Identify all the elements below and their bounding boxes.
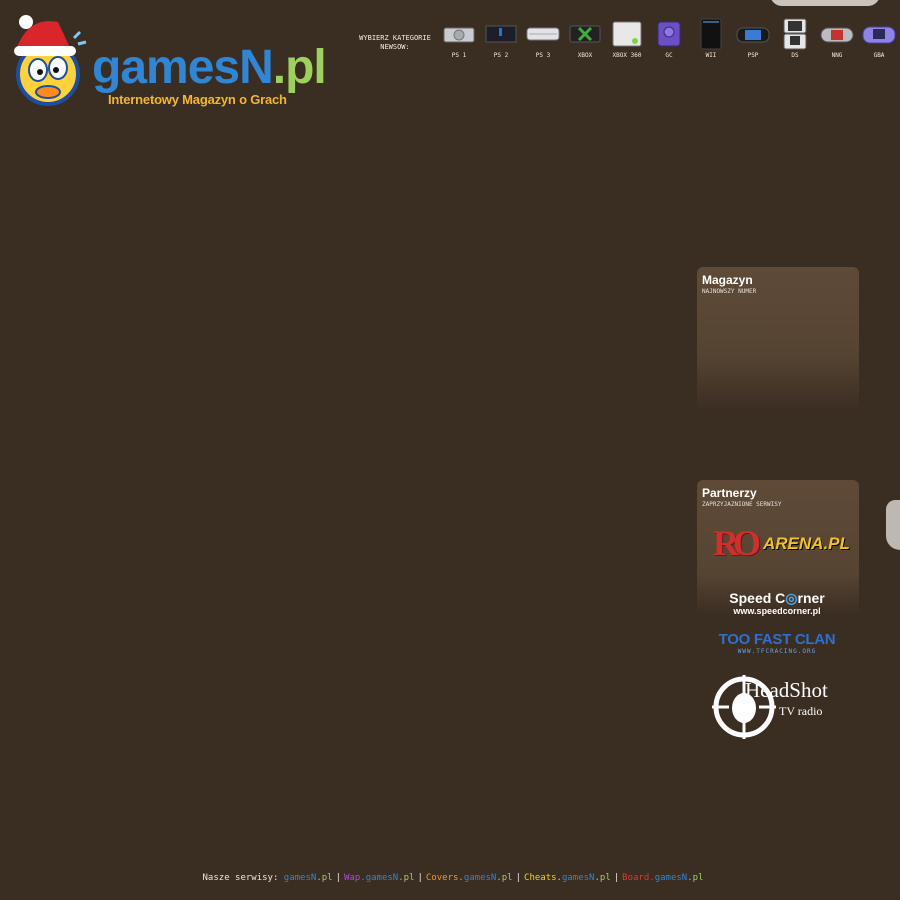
category-label: WYBIERZ KATEGORIE NEWSOW: — [352, 34, 438, 52]
speedcorner-logo-text: Speed C◎rner — [711, 590, 843, 606]
footer-link-board[interactable]: Board.gamesN.pl — [622, 873, 703, 883]
footer-label: Nasze serwisy: — [202, 873, 279, 883]
partner-toofastclan-link[interactable]: TOO FAST CLAN WWW.TFCRACING.ORG — [711, 632, 843, 656]
category-psp[interactable]: PSP — [732, 18, 774, 59]
category-nng-label: NNG — [831, 52, 843, 59]
category-ps2[interactable]: PS 2 — [480, 18, 522, 59]
category-xbox[interactable]: XBOX — [564, 18, 606, 59]
footer-link-site: gamesN — [561, 873, 595, 883]
category-ps3-label: PS 3 — [535, 52, 551, 59]
category-bar: PS 1 PS 2 PS 3 XBOX XBOX 360 GC WII PSP … — [438, 18, 900, 59]
magazyn-subtitle: NAJNOWSZY NUMER — [702, 288, 757, 295]
headshot-title: HeadShot — [745, 678, 828, 702]
category-gba-label: GBA — [873, 52, 885, 59]
toofastclan-title: TOO FAST CLAN — [718, 631, 836, 648]
category-ds-label: DS — [791, 52, 799, 59]
footer-link-gamesn[interactable]: gamesN.pl — [284, 873, 333, 883]
footer-link-tld: .pl — [398, 873, 415, 883]
category-label-line1: WYBIERZ KATEGORIE — [359, 34, 431, 42]
psp-console-icon — [736, 27, 770, 43]
roarena-logo-ro: RO — [713, 523, 761, 563]
category-gc-label: GC — [665, 52, 673, 59]
category-ps2-label: PS 2 — [493, 52, 509, 59]
magazyn-panel: Magazyn NAJNOWSZY NUMER — [697, 267, 859, 412]
gba-console-icon — [862, 26, 896, 44]
footer-services: Nasze serwisy: gamesN.pl | Wap.gamesN.pl | C… — [0, 873, 900, 883]
ps2-console-icon — [485, 25, 517, 43]
footer-link-site: gamesN — [463, 873, 497, 883]
category-wii[interactable]: WII — [690, 18, 732, 59]
category-nng[interactable]: NNG — [816, 18, 858, 59]
decorative-rock-right — [886, 500, 900, 550]
category-ds[interactable]: DS — [774, 18, 816, 59]
footer-link-cheats[interactable]: Cheats.gamesN.pl — [524, 873, 611, 883]
partnerzy-subtitle: ZAPRZYJAZNIONE SERWISY — [702, 501, 782, 508]
roarena-logo-text: ARENA.PL — [763, 534, 850, 553]
partner-headshot-link[interactable]: HeadShot TV radio — [711, 674, 843, 740]
ps1-console-icon — [443, 27, 475, 43]
logo-wordmark: gamesN.pl — [92, 41, 327, 94]
gamecube-console-icon — [657, 21, 681, 47]
footer-link-prefix: Covers. — [425, 873, 464, 883]
speedcorner-logo-b: rner — [797, 590, 825, 606]
xbox360-console-icon — [612, 21, 642, 47]
logo-word-tld: .pl — [272, 41, 327, 94]
magazyn-title: Magazyn — [702, 273, 753, 287]
footer-link-site: gamesN — [654, 873, 688, 883]
footer-link-prefix: Wap. — [344, 873, 366, 883]
footer-link-wap[interactable]: Wap.gamesN.pl — [344, 873, 414, 883]
headshot-subtitle: TV radio — [779, 704, 823, 718]
category-gc[interactable]: GC — [648, 18, 690, 59]
category-wii-label: WII — [705, 52, 717, 59]
partner-roarena-link[interactable]: RO ARENA.PL — [711, 522, 850, 567]
ngage-console-icon — [820, 27, 854, 43]
category-label-line2: NEWSOW: — [380, 43, 410, 51]
footer-link-tld: .pl — [687, 873, 704, 883]
wii-console-icon — [700, 18, 722, 50]
site-logo[interactable]: gamesN.pl Internetowy Magazyn o Grach — [8, 8, 348, 113]
logo-tagline: Internetowy Magazyn o Grach — [108, 92, 287, 107]
category-ps1[interactable]: PS 1 — [438, 18, 480, 59]
category-ps3[interactable]: PS 3 — [522, 18, 564, 59]
speedcorner-logo-o-icon: ◎ — [785, 590, 798, 606]
footer-link-tld: .pl — [496, 873, 513, 883]
category-psp-label: PSP — [747, 52, 759, 59]
partnerzy-title: Partnerzy — [702, 486, 757, 500]
category-ps1-label: PS 1 — [451, 52, 467, 59]
footer-separator: | — [335, 873, 341, 883]
toofastclan-url: WWW.TFCRACING.ORG — [737, 648, 817, 655]
category-xbox-label: XBOX — [577, 52, 593, 59]
speedcorner-url: www.speedcorner.pl — [733, 606, 821, 616]
footer-link-site: gamesN — [283, 873, 317, 883]
partner-speedcorner-link[interactable]: Speed C◎rner www.speedcorner.pl — [711, 590, 843, 618]
logo-word-main: gamesN — [92, 41, 274, 94]
footer-separator: | — [417, 873, 423, 883]
footer-separator: | — [515, 873, 522, 883]
footer-link-tld: .pl — [316, 873, 333, 883]
footer-link-prefix: Board. — [622, 873, 655, 883]
footer-link-tld: .pl — [594, 873, 611, 883]
category-gba[interactable]: GBA — [858, 18, 900, 59]
xbox-console-icon — [569, 25, 601, 43]
category-xbox360-label: XBOX 360 — [612, 52, 642, 59]
decorative-rock-top — [770, 0, 880, 6]
footer-link-site: gamesN — [365, 873, 399, 883]
footer-separator: | — [613, 873, 620, 883]
ds-console-icon — [783, 18, 807, 50]
speedcorner-logo-a: Speed C — [729, 590, 786, 606]
ps3-console-icon — [526, 27, 560, 41]
footer-link-prefix: Cheats. — [524, 873, 562, 883]
category-xbox360[interactable]: XBOX 360 — [606, 18, 648, 59]
mascot-santa-icon — [14, 15, 87, 106]
footer-link-covers[interactable]: Covers.gamesN.pl — [426, 873, 513, 883]
